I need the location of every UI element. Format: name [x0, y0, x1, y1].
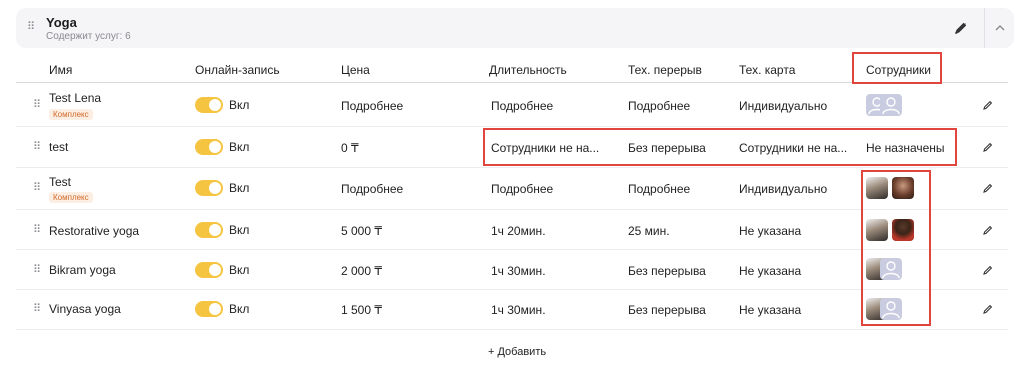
highlight-staff-header [852, 52, 942, 84]
tech-card-cell: Не указана [739, 264, 802, 278]
header-divider [984, 8, 985, 48]
add-service-button[interactable]: + Добавить [488, 346, 546, 358]
drag-handle-icon[interactable]: ⠿ [27, 22, 35, 33]
break-cell: Без перерыва [628, 303, 706, 317]
row-divider [16, 167, 1008, 168]
service-name[interactable]: Restorative yoga [49, 224, 139, 238]
online-booking-toggle[interactable] [195, 180, 223, 196]
pencil-icon[interactable] [982, 141, 994, 153]
row-divider [16, 329, 1008, 330]
drag-handle-icon[interactable]: ⠿ [33, 183, 41, 194]
price-cell[interactable]: Подробнее [341, 99, 403, 113]
pencil-icon[interactable] [982, 224, 994, 236]
user-placeholder-icon [880, 94, 902, 116]
duration-cell[interactable]: Подробнее [491, 182, 553, 196]
price-cell: 0 ₸ [341, 141, 359, 155]
duration-cell: 1ч 20мин. [491, 224, 546, 238]
price-cell: 2 000 ₸ [341, 264, 382, 278]
row-divider [16, 249, 1008, 250]
service-name[interactable]: Test [49, 175, 71, 189]
complex-badge: Комплекс [49, 192, 93, 203]
toggle-label: Вкл [229, 263, 250, 277]
duration-cell: 1ч 30мин. [491, 303, 546, 317]
highlight-unassigned-row [483, 128, 957, 166]
row-divider [16, 289, 1008, 290]
pencil-icon[interactable] [982, 99, 994, 111]
toggle-label: Вкл [229, 140, 250, 154]
break-cell[interactable]: Подробнее [628, 182, 690, 196]
toggle-label: Вкл [229, 181, 250, 195]
price-cell[interactable]: Подробнее [341, 182, 403, 196]
pencil-icon[interactable] [953, 20, 969, 36]
group-subtitle: Содержит услуг: 6 [46, 31, 131, 42]
service-name[interactable]: test [49, 140, 68, 154]
price-cell: 5 000 ₸ [341, 224, 382, 238]
online-booking-toggle[interactable] [195, 301, 223, 317]
column-header-duration[interactable]: Длительность [489, 63, 567, 77]
tech-card-cell: Не указана [739, 303, 802, 317]
drag-handle-icon[interactable]: ⠿ [33, 225, 41, 236]
price-cell: 1 500 ₸ [341, 303, 382, 317]
column-header-card[interactable]: Тех. карта [739, 63, 795, 77]
online-booking-toggle[interactable] [195, 262, 223, 278]
tech-card-cell: Не указана [739, 224, 802, 238]
drag-handle-icon[interactable]: ⠿ [33, 304, 41, 315]
chevron-up-icon[interactable] [993, 21, 1007, 35]
service-name[interactable]: Bikram yoga [49, 263, 116, 277]
duration-cell[interactable]: Подробнее [491, 99, 553, 113]
pencil-icon[interactable] [982, 303, 994, 315]
online-booking-toggle[interactable] [195, 222, 223, 238]
break-cell: Без перерыва [628, 264, 706, 278]
column-header-break[interactable]: Тех. перерыв [628, 63, 702, 77]
service-name[interactable]: Vinyasa yoga [49, 302, 121, 316]
highlight-staff-avatars [861, 170, 931, 326]
toggle-label: Вкл [229, 223, 250, 237]
column-header-price[interactable]: Цена [341, 63, 370, 77]
column-header-online[interactable]: Онлайн-запись [195, 63, 280, 77]
break-cell[interactable]: Подробнее [628, 99, 690, 113]
row-divider [16, 209, 1008, 210]
online-booking-toggle[interactable] [195, 139, 223, 155]
drag-handle-icon[interactable]: ⠿ [33, 100, 41, 111]
row-divider [16, 126, 1008, 127]
column-header-name[interactable]: Имя [49, 63, 72, 77]
toggle-label: Вкл [229, 302, 250, 316]
group-title: Yoga [46, 15, 77, 30]
online-booking-toggle[interactable] [195, 97, 223, 113]
break-cell: 25 мин. [628, 224, 670, 238]
complex-badge: Комплекс [49, 109, 93, 120]
drag-handle-icon[interactable]: ⠿ [33, 142, 41, 153]
group-header[interactable]: ⠿ Yoga Содержит услуг: 6 [16, 8, 1014, 48]
tech-card-cell: Индивидуально [739, 99, 828, 113]
drag-handle-icon[interactable]: ⠿ [33, 265, 41, 276]
pencil-icon[interactable] [982, 182, 994, 194]
service-name[interactable]: Test Lena [49, 91, 101, 105]
toggle-label: Вкл [229, 98, 250, 112]
pencil-icon[interactable] [982, 264, 994, 276]
duration-cell: 1ч 30мин. [491, 264, 546, 278]
tech-card-cell: Индивидуально [739, 182, 828, 196]
